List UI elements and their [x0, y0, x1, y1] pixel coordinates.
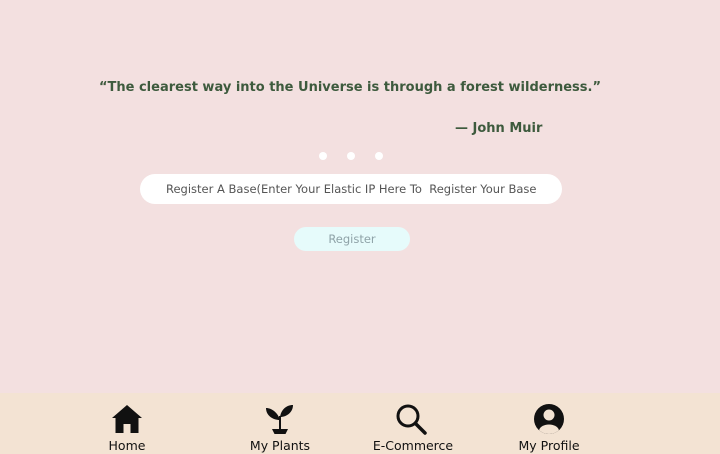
home-icon: [110, 402, 144, 436]
search-icon: [394, 402, 428, 436]
carousel-dots: [319, 152, 383, 160]
nav-label-home: Home: [108, 438, 146, 453]
nav-item-e-commerce[interactable]: E-Commerce: [363, 393, 463, 454]
elastic-ip-input[interactable]: [140, 174, 562, 204]
nav-item-home[interactable]: Home: [97, 393, 157, 454]
nav-item-my-profile[interactable]: My Profile: [509, 393, 589, 454]
quote-author: — John Muir: [455, 121, 543, 136]
register-button[interactable]: Register: [294, 227, 410, 251]
carousel-dot-3[interactable]: [375, 152, 383, 160]
nav-label-e-commerce: E-Commerce: [372, 438, 454, 453]
nav-label-my-profile: My Profile: [518, 438, 580, 453]
quote-text: “The clearest way into the Universe is t…: [98, 80, 602, 95]
nav-item-my-plants[interactable]: My Plants: [240, 393, 320, 454]
carousel-dot-2[interactable]: [347, 152, 355, 160]
bottom-navbar: Home My Plants E-Commerce My Profile: [0, 393, 720, 454]
sprout-icon: [263, 402, 297, 436]
carousel-dot-1[interactable]: [319, 152, 327, 160]
profile-icon: [532, 402, 566, 436]
nav-label-my-plants: My Plants: [249, 438, 311, 453]
